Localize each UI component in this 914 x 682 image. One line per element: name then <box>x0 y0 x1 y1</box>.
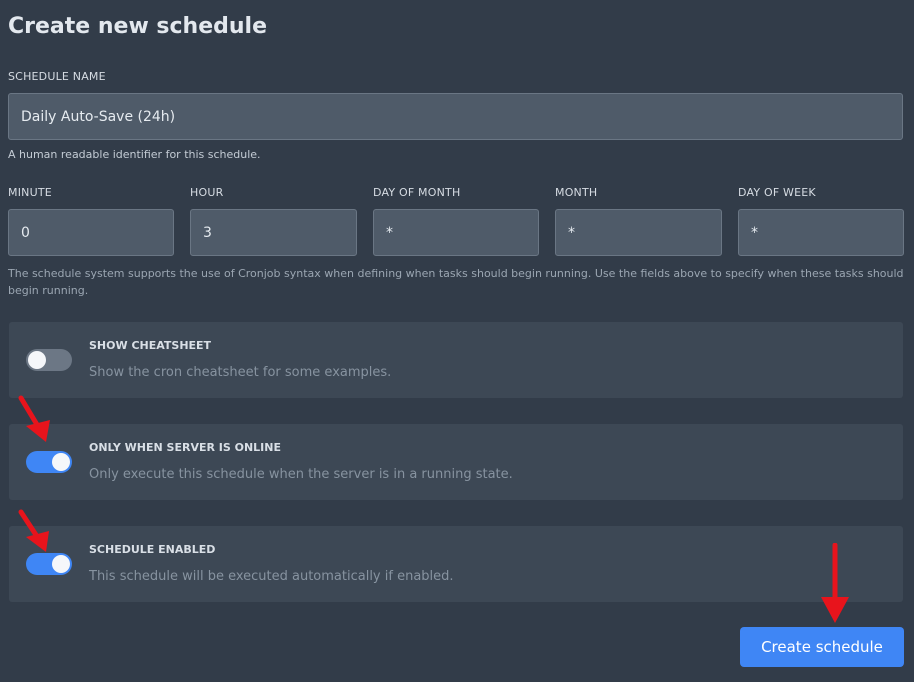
schedule-enabled-description: This schedule will be executed automatic… <box>89 569 454 584</box>
cheatsheet-panel: SHOW CHEATSHEET Show the cron cheatsheet… <box>9 322 903 398</box>
hour-label: HOUR <box>190 186 224 199</box>
day-of-month-input[interactable] <box>373 209 539 256</box>
page-title: Create new schedule <box>8 14 268 39</box>
toggle-knob <box>28 351 46 369</box>
schedule-enabled-toggle[interactable] <box>26 553 72 575</box>
only-online-panel: ONLY WHEN SERVER IS ONLINE Only execute … <box>9 424 903 500</box>
toggle-knob <box>52 453 70 471</box>
day-of-month-label: DAY OF MONTH <box>373 186 461 199</box>
month-input[interactable] <box>555 209 722 256</box>
schedule-name-help: A human readable identifier for this sch… <box>8 148 261 161</box>
schedule-name-input[interactable] <box>8 93 903 140</box>
day-of-week-input[interactable] <box>738 209 904 256</box>
red-arrow-icon <box>18 509 49 552</box>
red-arrow-icon <box>821 543 849 623</box>
cheatsheet-title: SHOW CHEATSHEET <box>89 339 212 352</box>
day-of-week-label: DAY OF WEEK <box>738 186 816 199</box>
minute-input[interactable] <box>8 209 174 256</box>
toggle-knob <box>52 555 70 573</box>
only-online-toggle[interactable] <box>26 451 72 473</box>
month-label: MONTH <box>555 186 598 199</box>
create-schedule-page: Create new schedule SCHEDULE NAME A huma… <box>0 0 914 682</box>
hour-input[interactable] <box>190 209 357 256</box>
schedule-enabled-panel: SCHEDULE ENABLED This schedule will be e… <box>9 526 903 602</box>
create-schedule-button[interactable]: Create schedule <box>740 627 904 667</box>
schedule-name-label: SCHEDULE NAME <box>8 70 106 83</box>
minute-label: MINUTE <box>8 186 52 199</box>
only-online-title: ONLY WHEN SERVER IS ONLINE <box>89 441 281 454</box>
schedule-enabled-title: SCHEDULE ENABLED <box>89 543 216 556</box>
cheatsheet-toggle[interactable] <box>26 349 72 371</box>
red-arrow-icon <box>18 395 50 442</box>
cheatsheet-description: Show the cron cheatsheet for some exampl… <box>89 365 392 380</box>
cron-help: The schedule system supports the use of … <box>8 267 904 297</box>
only-online-description: Only execute this schedule when the serv… <box>89 467 513 482</box>
